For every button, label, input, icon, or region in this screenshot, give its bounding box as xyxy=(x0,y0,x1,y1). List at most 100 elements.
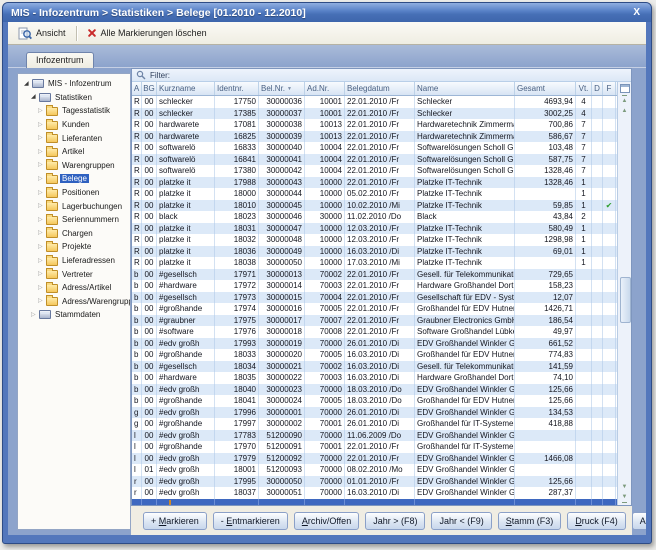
table-row[interactable]: b00#edv großh18040300000237000018.03.201… xyxy=(132,384,617,396)
tree-item-vertreter[interactable]: ▷Vertreter xyxy=(18,267,130,281)
collapse-icon[interactable]: ◢ xyxy=(31,93,39,101)
column-header-f[interactable]: F xyxy=(603,82,616,95)
expand-icon[interactable]: ▷ xyxy=(38,284,46,292)
column-header-belegdatum[interactable]: Belegdatum xyxy=(345,82,415,95)
expand-icon[interactable]: ▷ xyxy=(38,148,46,156)
tree-item-lieferanten[interactable]: ▷Lieferanten xyxy=(18,131,130,145)
table-row[interactable]: R00schlecker17385300000371000122.01.2010… xyxy=(132,108,617,120)
footer-button-markieren[interactable]: + Markieren xyxy=(143,512,207,530)
tree-item-tagesstatistik[interactable]: ▷Tagesstatistik xyxy=(18,104,130,118)
footer-button-archiv-offen[interactable]: Archiv/Offen xyxy=(294,512,359,530)
table-row[interactable]: b00#gesellsch18034300000217000216.03.201… xyxy=(132,361,617,373)
expand-icon[interactable]: ▷ xyxy=(31,311,39,319)
tree-item-stammdaten[interactable]: ▷Stammdaten xyxy=(18,308,130,322)
tree-item-adress-artikel[interactable]: ▷Adress/Artikel xyxy=(18,281,130,295)
tree-item-artikel[interactable]: ▷Artikel xyxy=(18,145,130,159)
expand-icon[interactable]: ▷ xyxy=(38,107,46,115)
scrollbar-thumb[interactable] xyxy=(620,277,631,323)
table-row[interactable]: b00#graubner17975300000177000722.01.2010… xyxy=(132,315,617,327)
tree-item-mis-infozentrum[interactable]: ◢MIS - Infozentrum xyxy=(18,77,130,91)
column-header-vt[interactable]: Vt. xyxy=(576,82,592,95)
table-row[interactable]: R00platzke it18031300000471000012.03.201… xyxy=(132,223,617,235)
close-button[interactable]: X xyxy=(630,7,643,18)
table-row[interactable]: r00#edv großh17995300000507000001.01.201… xyxy=(132,476,617,488)
tab-infozentrum[interactable]: Infozentrum xyxy=(26,52,94,68)
table-row[interactable]: R00platzke it18032300000481000012.03.201… xyxy=(132,234,617,246)
expand-icon[interactable]: ▷ xyxy=(38,257,46,265)
expand-icon[interactable]: ▷ xyxy=(38,175,46,183)
tree-item-statistiken[interactable]: ◢Statistiken xyxy=(18,91,130,105)
table-row[interactable]: R00softwarelö17380300000421000422.01.201… xyxy=(132,165,617,177)
filter-row[interactable]: Filter: xyxy=(132,69,631,82)
column-header-gesamt[interactable]: Gesamt xyxy=(515,82,576,95)
expand-icon[interactable]: ▷ xyxy=(38,243,46,251)
table-row[interactable]: b00#software17976300000187000822.01.2010… xyxy=(132,326,617,338)
footer-button-jahr-f8[interactable]: Jahr > (F8) xyxy=(365,512,425,530)
table-row[interactable]: b00#hardware18035300000227000316.03.2010… xyxy=(132,372,617,384)
expand-icon[interactable]: ▷ xyxy=(38,121,46,129)
table-row[interactable]: R00platzke it18038300000501000017.03.201… xyxy=(132,257,617,269)
table-row[interactable]: g00#großhande17997300000027000126.01.201… xyxy=(132,418,617,430)
footer-button-druck-f4[interactable]: Druck (F4) xyxy=(567,512,626,530)
footer-button-auswertung[interactable]: Auswertung xyxy=(632,512,646,530)
table-row[interactable]: R00platzke it18000300000441000005.02.201… xyxy=(132,188,617,200)
column-header-belnr[interactable]: Bel.Nr.▼ xyxy=(259,82,305,95)
table-row[interactable]: b00#hardware17972300000147000322.01.2010… xyxy=(132,280,617,292)
table-row[interactable]: R00black18023300000463000011.02.2010 /Do… xyxy=(132,211,617,223)
expand-icon[interactable]: ▷ xyxy=(38,297,46,305)
expand-icon[interactable]: ▷ xyxy=(38,229,46,237)
tree-item-lagerbuchungen[interactable]: ▷Lagerbuchungen xyxy=(18,199,130,213)
scroll-down-icon[interactable]: ▼ xyxy=(622,482,628,492)
ansicht-button[interactable]: Ansicht xyxy=(12,24,72,43)
table-row[interactable]: b00#großhande17974300000167000522.01.201… xyxy=(132,303,617,315)
column-header-d[interactable]: D xyxy=(592,82,603,95)
column-header-name[interactable]: Name xyxy=(415,82,515,95)
table-row[interactable]: R00hardwarete16825300000391001322.01.201… xyxy=(132,131,617,143)
tree-item-positionen[interactable]: ▷Positionen xyxy=(18,186,130,200)
column-header-adnr[interactable]: Ad.Nr. xyxy=(305,82,345,95)
footer-button-stamm-f3[interactable]: Stamm (F3) xyxy=(498,512,562,530)
expand-icon[interactable]: ▷ xyxy=(38,134,46,142)
table-row[interactable]: R00softwarelö16841300000411000422.01.201… xyxy=(132,154,617,166)
column-chooser-icon[interactable] xyxy=(620,84,630,93)
tree-item-projekte[interactable]: ▷Projekte xyxy=(18,240,130,254)
column-header-kurzname[interactable]: Kurzname xyxy=(157,82,215,95)
column-header-identnr[interactable]: Identnr. xyxy=(215,82,259,95)
table-row[interactable]: b00#gesellsch17971300000137000222.01.201… xyxy=(132,269,617,281)
table-row[interactable]: R00hardwarete17081300000381001322.01.201… xyxy=(132,119,617,131)
tree-item-chargen[interactable]: ▷Chargen xyxy=(18,227,130,241)
table-row[interactable]: b00#edv großh17993300000197000026.01.201… xyxy=(132,338,617,350)
table-row[interactable]: R00schlecker17750300000361000122.01.2010… xyxy=(132,96,617,108)
table-row[interactable]: b00#großhande18033300000207000516.03.201… xyxy=(132,349,617,361)
column-header-bg[interactable]: BG xyxy=(142,82,157,95)
tree-item-belege[interactable]: ▷Belege xyxy=(18,172,130,186)
table-row[interactable]: b00#gesellsch17973300000157000422.01.201… xyxy=(132,292,617,304)
tree-item-warengruppen[interactable]: ▷Warengruppen xyxy=(18,159,130,173)
expand-icon[interactable]: ▷ xyxy=(38,161,46,169)
vertical-scrollbar[interactable]: ▲ ▲ ▼ ▼ xyxy=(617,82,631,505)
title-bar[interactable]: MIS - Infozentrum > Statistiken > Belege… xyxy=(3,3,651,22)
collapse-icon[interactable]: ◢ xyxy=(24,80,32,88)
tree-item-kunden[interactable]: ▷Kunden xyxy=(18,118,130,132)
column-header-a[interactable]: A xyxy=(132,82,142,95)
expand-icon[interactable]: ▷ xyxy=(38,202,46,210)
tree-item-lieferadressen[interactable]: ▷Lieferadressen xyxy=(18,254,130,268)
tree-item-seriennummern[interactable]: ▷Seriennummern xyxy=(18,213,130,227)
scroll-to-top-icon[interactable]: ▲ xyxy=(622,95,628,106)
table-row[interactable]: l00#edv großh17783512000907000011.06.200… xyxy=(132,430,617,442)
table-row[interactable]: R00platzke it17988300000431000022.01.201… xyxy=(132,177,617,189)
footer-button-entmarkieren[interactable]: - Entmarkieren xyxy=(213,512,288,530)
scroll-up-icon[interactable]: ▲ xyxy=(622,106,628,116)
scroll-to-bottom-icon[interactable]: ▼ xyxy=(622,492,628,503)
tree-item-adress-warengruppen[interactable]: ▷Adress/Warengruppen xyxy=(18,295,130,309)
table-row[interactable]: R00platzke it18036300000491000016.03.201… xyxy=(132,246,617,258)
table-row[interactable]: l01#edv großh18001512000937000008.02.201… xyxy=(132,464,617,476)
table-row[interactable]: l00#edv großh17979512000927000022.01.201… xyxy=(132,453,617,465)
table-row[interactable]: b00#großhande18041300000247000518.03.201… xyxy=(132,395,617,407)
table-row[interactable]: l00#großhande17970512000917000122.01.201… xyxy=(132,441,617,453)
expand-icon[interactable]: ▷ xyxy=(38,189,46,197)
selected-empty-row[interactable] xyxy=(132,499,617,506)
table-row[interactable]: r00#edv großh18037300000517000016.03.201… xyxy=(132,487,617,499)
clear-marks-button[interactable]: Alle Markierungen löschen xyxy=(81,25,213,41)
table-row[interactable]: g00#edv großh17996300000017000026.01.201… xyxy=(132,407,617,419)
